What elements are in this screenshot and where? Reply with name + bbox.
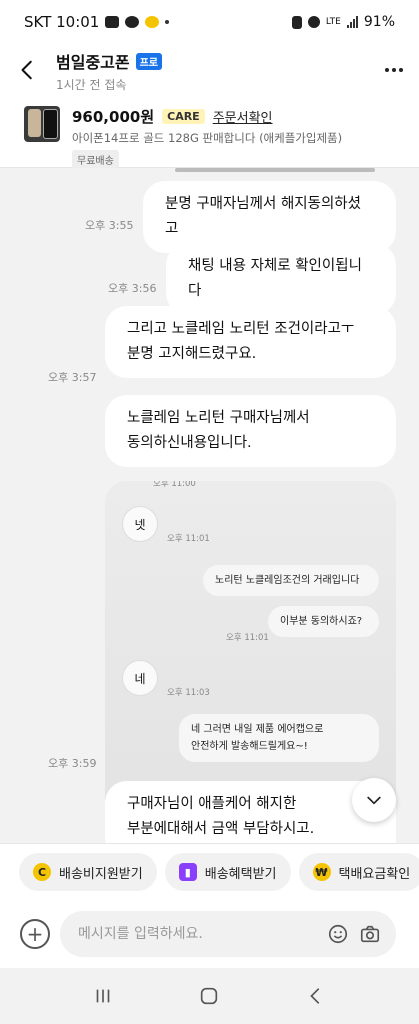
embedded-message: 넷 (122, 506, 158, 542)
embedded-bubble: 네 그러면 내일 제품 에어캡으로 안전하게 발송해드릴게요~! (179, 714, 379, 762)
shipping-benefit-chip[interactable]: ▮ 배송혜택받기 (164, 853, 291, 891)
embedded-line: 안전하게 발송해드릴게요~! (191, 741, 308, 752)
system-back-button[interactable] (296, 976, 336, 1016)
delivery-fee-chip[interactable]: ₩ 택배요금확인 (298, 853, 419, 891)
embedded-time: 오후 11:01 (226, 633, 269, 643)
home-button[interactable] (189, 976, 229, 1016)
recent-apps-icon (96, 989, 110, 1003)
chevron-down-icon (367, 796, 381, 805)
back-arrow-icon (310, 988, 320, 1004)
more-notifications-icon (165, 20, 170, 24)
chevron-left-icon (21, 60, 32, 80)
quick-action-bar: C 배송비지원받기 ▮ 배송혜택받기 ₩ 택배요금확인 (0, 843, 419, 900)
message-time: 오후 3:59 (48, 757, 97, 770)
message-line: 부분에대해서 금액 부담하시고. (127, 821, 315, 837)
product-card[interactable]: 960,000원 CARE 주문서확인 아이폰14프로 골드 128G 판매합니… (0, 96, 419, 169)
carrier-time: SKT 10:01 (24, 13, 100, 31)
embedded-bubble: 이부분 동의하시죠? (268, 606, 379, 637)
system-navigation-bar (0, 968, 419, 1024)
care-badge: CARE (162, 109, 205, 124)
message-field-wrapper (60, 911, 396, 957)
message-input-bar: + (0, 900, 419, 968)
home-icon (201, 987, 218, 1005)
chip-label: 배송비지원받기 (59, 866, 143, 882)
last-seen: 1시간 전 접속 (56, 78, 127, 92)
message-time: 오후 3:55 (85, 219, 134, 232)
message-bubble[interactable]: 구매자님이 애플케어 해지한 부분에대해서 금액 부담하시고. (105, 781, 396, 843)
chat-header: 범일중고폰 프로 1시간 전 접속 (0, 44, 419, 96)
shipping-support-chip[interactable]: C 배송비지원받기 (19, 853, 157, 891)
coin-c-icon: C (33, 863, 51, 881)
message-line: 그리고 노클레임 노리턴 조건이라고ㅜ (127, 321, 355, 337)
free-shipping-tag: 무료배송 (72, 150, 119, 169)
embedded-message: 네 (122, 660, 158, 696)
message-bubble[interactable]: 노클레임 노리턴 구매자님께서 동의하신내용입니다. (105, 395, 396, 467)
message-line: 분명 고지해드렸구요. (127, 346, 257, 362)
message-bubble[interactable]: 그리고 노클레임 노리턴 조건이라고ㅜ 분명 고지해드렸구요. (105, 306, 396, 378)
message-line: 동의하신내용입니다. (127, 435, 252, 451)
talk-notification-icon (125, 16, 140, 28)
app-notification-icon (145, 16, 160, 28)
network-type: LTE (325, 17, 341, 27)
embedded-bubble: 노리턴 노클레임조건의 거래입니다 (203, 565, 379, 596)
product-thumbnail (24, 106, 60, 142)
scroll-to-bottom-button[interactable] (352, 778, 396, 822)
back-button[interactable] (0, 44, 56, 96)
attach-plus-button[interactable]: + (20, 919, 50, 949)
battery-level: 91% (363, 14, 395, 30)
gallery-notification-icon (105, 16, 120, 28)
embedded-time: 오후 11:01 (167, 534, 210, 544)
message-line: 노클레임 노리턴 구매자님께서 (127, 410, 310, 426)
chip-label: 배송혜택받기 (204, 866, 277, 882)
embedded-time: 오후 11:03 (167, 688, 210, 698)
message-input[interactable] (78, 926, 318, 942)
embedded-time: 오후 11:00 (153, 481, 196, 489)
lock-icon (291, 15, 302, 29)
previous-image-edge (175, 168, 375, 172)
seller-name[interactable]: 범일중고폰 (56, 49, 130, 73)
status-bar: SKT 10:01 LTE 91% (0, 0, 419, 44)
order-confirm-link[interactable]: 주문서확인 (213, 107, 273, 126)
chat-area[interactable]: 분명 구매자님께서 해지동의하셨고 오후 3:55 채팅 내용 자체로 확인이됩… (0, 168, 419, 843)
camera-icon[interactable] (358, 922, 382, 946)
gift-icon: ▮ (178, 863, 197, 881)
message-time: 오후 3:56 (108, 282, 157, 295)
more-options-button[interactable] (369, 44, 419, 96)
embedded-line: 네 그러면 내일 제품 에어캡으로 (191, 724, 324, 735)
message-time: 오후 3:57 (48, 371, 97, 384)
product-description: 아이폰14프로 골드 128G 판매합니다 (애케플가입제품) (72, 131, 343, 145)
won-coin-icon: ₩ (312, 863, 331, 881)
pro-badge: 프로 (135, 52, 163, 70)
alarm-icon (307, 16, 320, 28)
product-price: 960,000원 (72, 108, 155, 126)
message-bubble[interactable]: 채팅 내용 자체로 확인이됩니다 (166, 243, 396, 315)
emoji-icon[interactable] (326, 922, 350, 946)
signal-icon (346, 16, 358, 28)
chip-label: 택배요금확인 (338, 866, 411, 882)
recent-apps-button[interactable] (83, 976, 123, 1016)
message-line: 구매자님이 애플케어 해지한 (127, 796, 297, 812)
